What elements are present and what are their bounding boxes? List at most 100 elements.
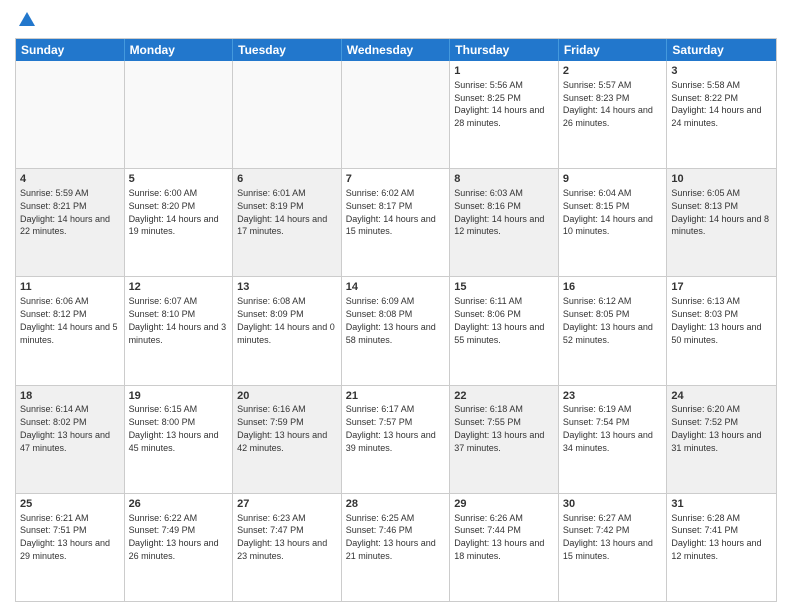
day-info: Sunrise: 6:22 AM Sunset: 7:49 PM Dayligh… [129,513,219,561]
day-info: Sunrise: 6:11 AM Sunset: 8:06 PM Dayligh… [454,296,544,344]
calendar-cell-day-4: 4Sunrise: 5:59 AM Sunset: 8:21 PM Daylig… [16,169,125,276]
calendar-cell-day-17: 17Sunrise: 6:13 AM Sunset: 8:03 PM Dayli… [667,277,776,384]
day-number: 8 [454,172,554,187]
day-header-wednesday: Wednesday [342,39,451,61]
day-header-friday: Friday [559,39,668,61]
day-info: Sunrise: 5:58 AM Sunset: 8:22 PM Dayligh… [671,80,761,128]
day-info: Sunrise: 6:00 AM Sunset: 8:20 PM Dayligh… [129,188,219,236]
day-info: Sunrise: 6:17 AM Sunset: 7:57 PM Dayligh… [346,404,436,452]
day-number: 28 [346,497,446,512]
day-number: 24 [671,389,772,404]
day-info: Sunrise: 6:02 AM Sunset: 8:17 PM Dayligh… [346,188,436,236]
day-number: 12 [129,280,229,295]
calendar-cell-day-23: 23Sunrise: 6:19 AM Sunset: 7:54 PM Dayli… [559,386,668,493]
calendar-cell-day-2: 2Sunrise: 5:57 AM Sunset: 8:23 PM Daylig… [559,61,668,168]
calendar-cell-day-6: 6Sunrise: 6:01 AM Sunset: 8:19 PM Daylig… [233,169,342,276]
day-header-tuesday: Tuesday [233,39,342,61]
calendar-cell-day-25: 25Sunrise: 6:21 AM Sunset: 7:51 PM Dayli… [16,494,125,601]
day-info: Sunrise: 6:20 AM Sunset: 7:52 PM Dayligh… [671,404,761,452]
day-number: 11 [20,280,120,295]
day-info: Sunrise: 6:18 AM Sunset: 7:55 PM Dayligh… [454,404,544,452]
calendar-page: SundayMondayTuesdayWednesdayThursdayFrid… [0,0,792,612]
calendar-cell-day-13: 13Sunrise: 6:08 AM Sunset: 8:09 PM Dayli… [233,277,342,384]
day-number: 21 [346,389,446,404]
calendar-cell-empty-0-2 [233,61,342,168]
header [15,10,777,30]
calendar-cell-day-30: 30Sunrise: 6:27 AM Sunset: 7:42 PM Dayli… [559,494,668,601]
day-info: Sunrise: 6:09 AM Sunset: 8:08 PM Dayligh… [346,296,436,344]
logo [15,10,37,30]
day-info: Sunrise: 6:04 AM Sunset: 8:15 PM Dayligh… [563,188,653,236]
calendar: SundayMondayTuesdayWednesdayThursdayFrid… [15,38,777,602]
calendar-cell-day-15: 15Sunrise: 6:11 AM Sunset: 8:06 PM Dayli… [450,277,559,384]
day-info: Sunrise: 5:56 AM Sunset: 8:25 PM Dayligh… [454,80,544,128]
day-number: 2 [563,64,663,79]
calendar-cell-day-11: 11Sunrise: 6:06 AM Sunset: 8:12 PM Dayli… [16,277,125,384]
calendar-cell-day-28: 28Sunrise: 6:25 AM Sunset: 7:46 PM Dayli… [342,494,451,601]
day-info: Sunrise: 5:57 AM Sunset: 8:23 PM Dayligh… [563,80,653,128]
day-header-sunday: Sunday [16,39,125,61]
logo-triangle-icon [17,10,37,30]
day-info: Sunrise: 6:16 AM Sunset: 7:59 PM Dayligh… [237,404,327,452]
calendar-row-0: 1Sunrise: 5:56 AM Sunset: 8:25 PM Daylig… [16,61,776,168]
calendar-cell-day-19: 19Sunrise: 6:15 AM Sunset: 8:00 PM Dayli… [125,386,234,493]
calendar-cell-day-3: 3Sunrise: 5:58 AM Sunset: 8:22 PM Daylig… [667,61,776,168]
day-info: Sunrise: 5:59 AM Sunset: 8:21 PM Dayligh… [20,188,110,236]
day-number: 7 [346,172,446,187]
calendar-cell-day-7: 7Sunrise: 6:02 AM Sunset: 8:17 PM Daylig… [342,169,451,276]
day-number: 1 [454,64,554,79]
calendar-cell-day-9: 9Sunrise: 6:04 AM Sunset: 8:15 PM Daylig… [559,169,668,276]
calendar-row-4: 25Sunrise: 6:21 AM Sunset: 7:51 PM Dayli… [16,493,776,601]
day-number: 30 [563,497,663,512]
calendar-cell-day-5: 5Sunrise: 6:00 AM Sunset: 8:20 PM Daylig… [125,169,234,276]
day-header-thursday: Thursday [450,39,559,61]
day-number: 3 [671,64,772,79]
calendar-cell-day-20: 20Sunrise: 6:16 AM Sunset: 7:59 PM Dayli… [233,386,342,493]
day-number: 17 [671,280,772,295]
day-info: Sunrise: 6:01 AM Sunset: 8:19 PM Dayligh… [237,188,327,236]
day-info: Sunrise: 6:15 AM Sunset: 8:00 PM Dayligh… [129,404,219,452]
calendar-cell-day-24: 24Sunrise: 6:20 AM Sunset: 7:52 PM Dayli… [667,386,776,493]
calendar-cell-empty-0-3 [342,61,451,168]
day-number: 27 [237,497,337,512]
day-number: 16 [563,280,663,295]
day-number: 15 [454,280,554,295]
calendar-cell-day-10: 10Sunrise: 6:05 AM Sunset: 8:13 PM Dayli… [667,169,776,276]
day-number: 29 [454,497,554,512]
day-number: 26 [129,497,229,512]
day-number: 4 [20,172,120,187]
day-info: Sunrise: 6:06 AM Sunset: 8:12 PM Dayligh… [20,296,118,344]
day-number: 20 [237,389,337,404]
day-number: 22 [454,389,554,404]
calendar-cell-day-12: 12Sunrise: 6:07 AM Sunset: 8:10 PM Dayli… [125,277,234,384]
calendar-cell-day-18: 18Sunrise: 6:14 AM Sunset: 8:02 PM Dayli… [16,386,125,493]
day-header-monday: Monday [125,39,234,61]
day-info: Sunrise: 6:13 AM Sunset: 8:03 PM Dayligh… [671,296,761,344]
day-number: 6 [237,172,337,187]
day-info: Sunrise: 6:08 AM Sunset: 8:09 PM Dayligh… [237,296,335,344]
day-info: Sunrise: 6:14 AM Sunset: 8:02 PM Dayligh… [20,404,110,452]
day-info: Sunrise: 6:21 AM Sunset: 7:51 PM Dayligh… [20,513,110,561]
calendar-cell-day-21: 21Sunrise: 6:17 AM Sunset: 7:57 PM Dayli… [342,386,451,493]
day-number: 5 [129,172,229,187]
calendar-cell-day-26: 26Sunrise: 6:22 AM Sunset: 7:49 PM Dayli… [125,494,234,601]
calendar-cell-day-29: 29Sunrise: 6:26 AM Sunset: 7:44 PM Dayli… [450,494,559,601]
calendar-row-1: 4Sunrise: 5:59 AM Sunset: 8:21 PM Daylig… [16,168,776,276]
calendar-cell-day-31: 31Sunrise: 6:28 AM Sunset: 7:41 PM Dayli… [667,494,776,601]
day-info: Sunrise: 6:19 AM Sunset: 7:54 PM Dayligh… [563,404,653,452]
calendar-body: 1Sunrise: 5:56 AM Sunset: 8:25 PM Daylig… [16,61,776,601]
day-number: 9 [563,172,663,187]
day-number: 13 [237,280,337,295]
day-number: 23 [563,389,663,404]
calendar-cell-day-27: 27Sunrise: 6:23 AM Sunset: 7:47 PM Dayli… [233,494,342,601]
calendar-cell-empty-0-1 [125,61,234,168]
day-info: Sunrise: 6:07 AM Sunset: 8:10 PM Dayligh… [129,296,227,344]
calendar-cell-day-16: 16Sunrise: 6:12 AM Sunset: 8:05 PM Dayli… [559,277,668,384]
day-number: 10 [671,172,772,187]
day-info: Sunrise: 6:26 AM Sunset: 7:44 PM Dayligh… [454,513,544,561]
day-info: Sunrise: 6:23 AM Sunset: 7:47 PM Dayligh… [237,513,327,561]
day-info: Sunrise: 6:12 AM Sunset: 8:05 PM Dayligh… [563,296,653,344]
day-info: Sunrise: 6:27 AM Sunset: 7:42 PM Dayligh… [563,513,653,561]
calendar-cell-day-14: 14Sunrise: 6:09 AM Sunset: 8:08 PM Dayli… [342,277,451,384]
calendar-cell-day-1: 1Sunrise: 5:56 AM Sunset: 8:25 PM Daylig… [450,61,559,168]
